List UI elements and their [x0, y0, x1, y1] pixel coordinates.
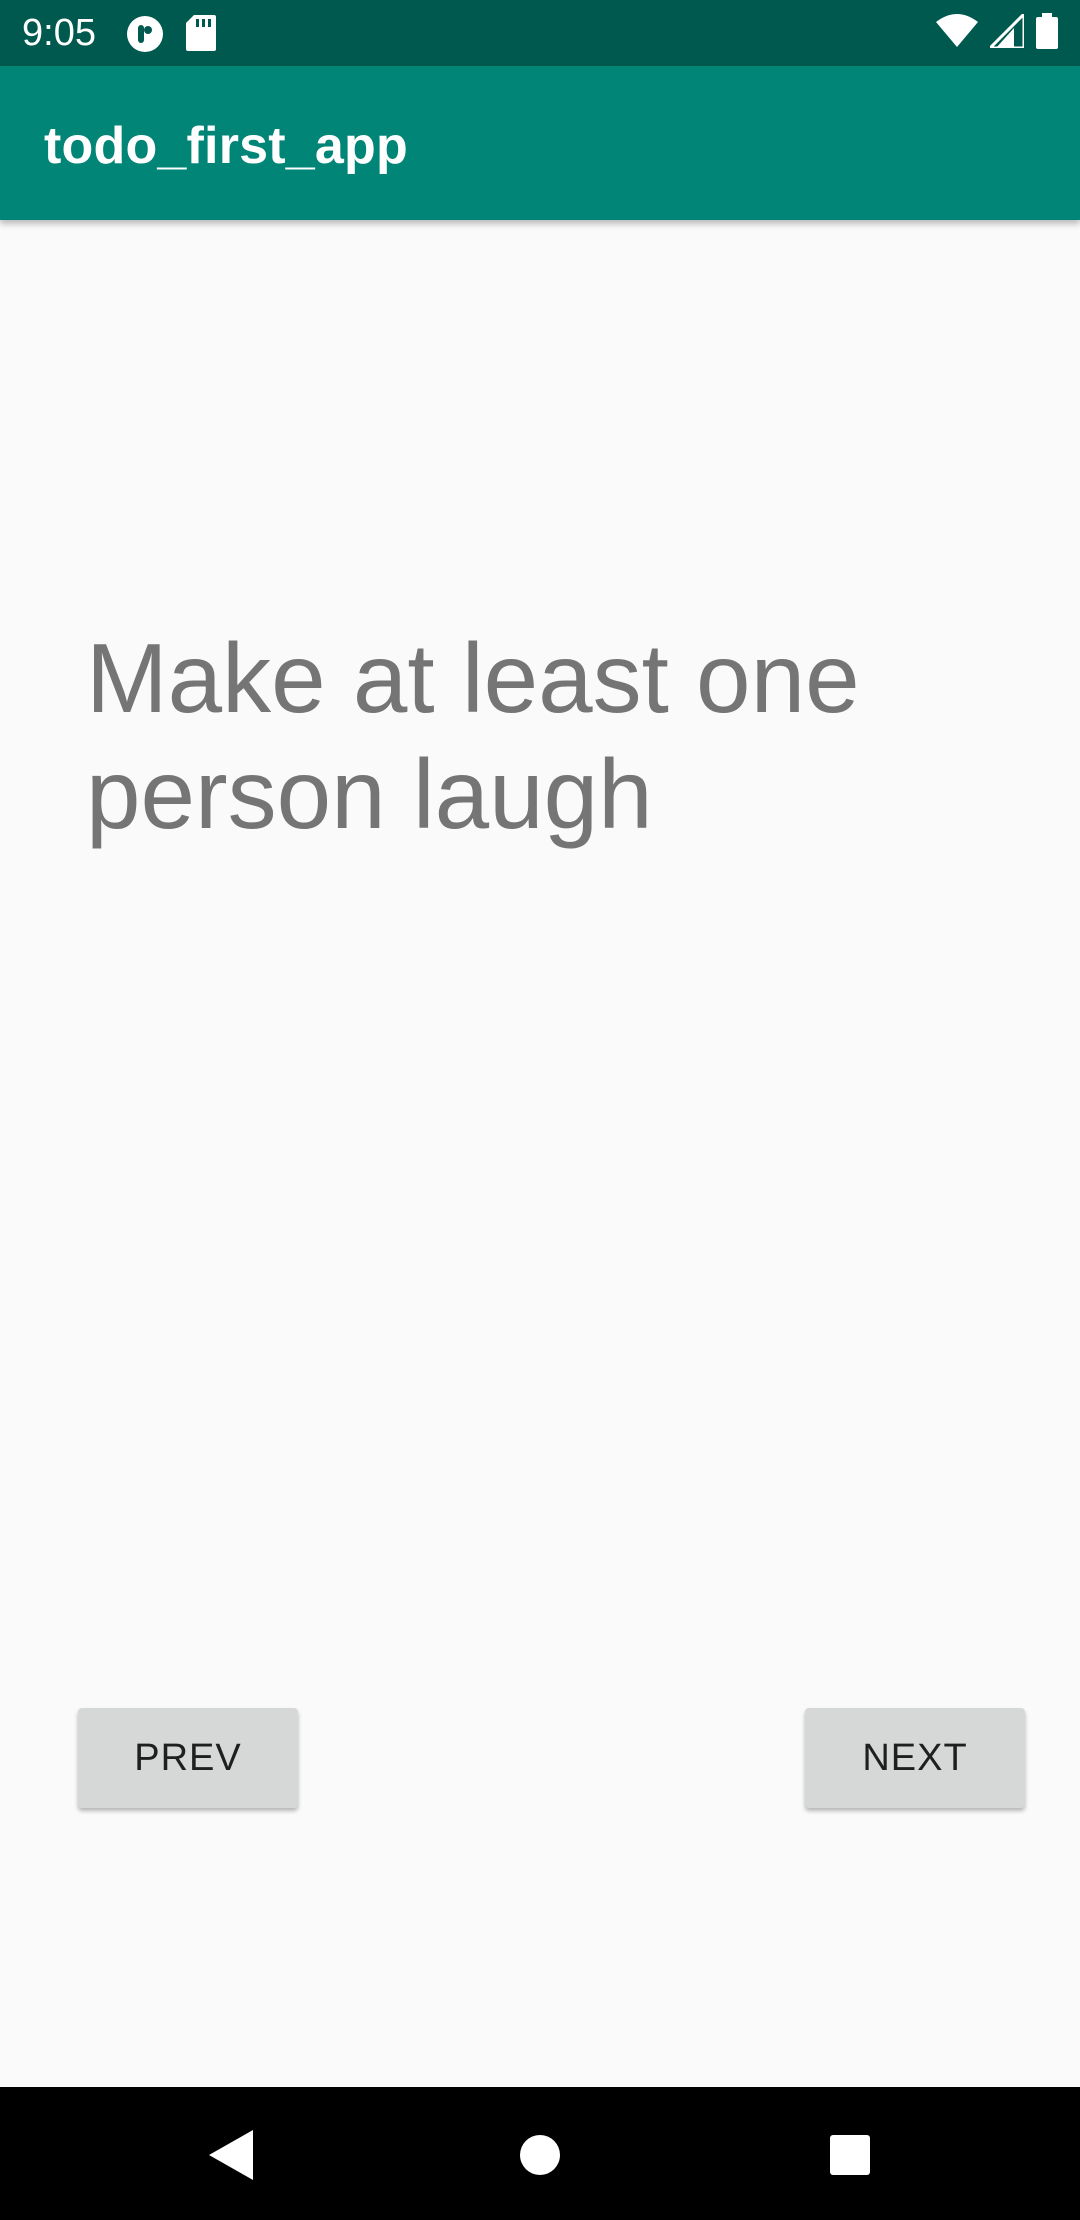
home-icon[interactable] — [508, 2123, 572, 2187]
recents-icon[interactable] — [818, 2123, 882, 2187]
todo-text: Make at least one person laugh — [86, 623, 860, 849]
navigation-bar — [0, 2087, 1080, 2220]
status-right-icons — [936, 9, 1058, 54]
prev-button[interactable]: PREV — [78, 1708, 298, 1808]
sd-card-icon — [186, 15, 216, 51]
app-title: todo_first_app — [44, 117, 408, 175]
status-left-icons — [126, 15, 216, 52]
battery-icon — [1036, 12, 1058, 54]
cell-signal-icon — [986, 9, 1026, 53]
next-button[interactable]: NEXT — [805, 1708, 1025, 1808]
back-icon[interactable] — [200, 2123, 264, 2187]
app-bar: todo_first_app — [0, 66, 1080, 220]
notification-app-icon — [126, 15, 164, 52]
status-bar: 9:05 — [0, 0, 1080, 66]
status-time: 9:05 — [22, 12, 96, 54]
wifi-icon — [936, 13, 978, 53]
